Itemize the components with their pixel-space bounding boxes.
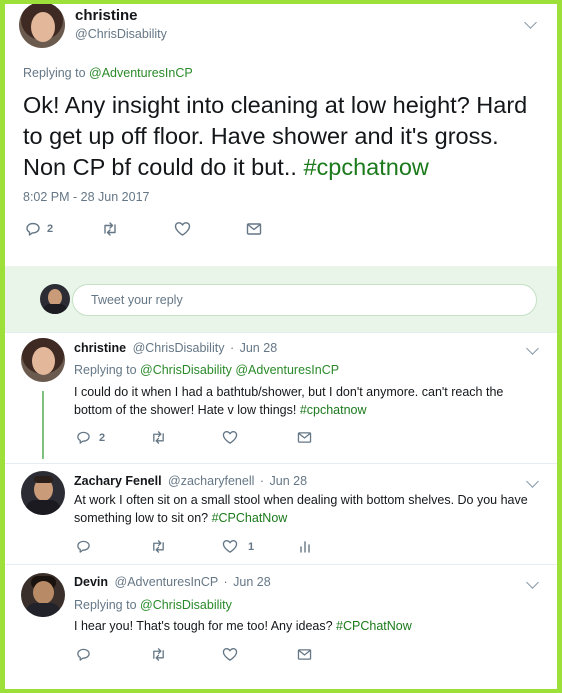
tweet-timestamp[interactable]: 8:02 PM - 28 Jun 2017: [23, 190, 149, 204]
reply-button[interactable]: 2: [25, 221, 53, 237]
author-name[interactable]: christine: [75, 7, 138, 24]
reply-body: At work I often sit on a small stool whe…: [74, 493, 528, 525]
author-name[interactable]: christine: [74, 341, 126, 355]
replying-to-link[interactable]: @AdventuresInCP: [89, 66, 193, 80]
chevron-down-icon[interactable]: [526, 475, 539, 488]
tweet-body: Ok! Any insight into cleaning at low hei…: [23, 92, 528, 180]
like-button[interactable]: [222, 430, 238, 445]
dm-button[interactable]: [297, 648, 312, 661]
reply-text: I hear you! That's tough for me too! Any…: [74, 617, 534, 635]
reply-count: 2: [99, 431, 106, 444]
dm-button[interactable]: [297, 431, 312, 444]
replying-prefix: Replying to: [74, 598, 141, 612]
hashtag-link[interactable]: #CPChatNow: [336, 619, 412, 633]
divider: [5, 332, 557, 333]
retweet-button[interactable]: [150, 539, 167, 554]
author-name[interactable]: Devin: [74, 575, 108, 589]
dm-button[interactable]: [246, 222, 262, 236]
avatar[interactable]: [21, 573, 65, 617]
heart-icon: [174, 222, 191, 236]
replying-to-link[interactable]: @ChrisDisability: [140, 598, 232, 612]
heart-icon: [222, 540, 238, 553]
reply-header: Zachary Fenell @zacharyfenell · Jun 28: [74, 474, 307, 488]
like-button[interactable]: 1: [222, 539, 254, 554]
author-handle[interactable]: @zacharyfenell: [168, 474, 254, 488]
tweet-thread-card: christine @ChrisDisability Replying to @…: [5, 4, 557, 689]
separator-dot: ·: [259, 474, 265, 488]
retweet-icon: [104, 222, 116, 236]
avatar[interactable]: [19, 4, 65, 48]
analytics-icon: [300, 541, 310, 553]
heart-icon: [222, 431, 238, 444]
retweet-icon: [153, 648, 164, 661]
reply-date[interactable]: Jun 28: [270, 474, 308, 488]
envelope-icon: [246, 223, 262, 235]
hashtag-link[interactable]: #cpchatnow: [300, 403, 367, 417]
replying-prefix: Replying to: [23, 66, 90, 80]
replying-to-link[interactable]: @ChrisDisability @AdventuresInCP: [140, 363, 339, 377]
author-handle[interactable]: @ChrisDisability: [75, 27, 167, 41]
replying-to: Replying to @ChrisDisability: [74, 598, 232, 612]
divider: [5, 564, 557, 565]
retweet-icon: [153, 540, 164, 553]
reply-text: I could do it when I had a bathtub/showe…: [74, 383, 534, 419]
reply-date[interactable]: Jun 28: [240, 341, 278, 355]
reply-icon: [26, 222, 40, 236]
like-count: 1: [248, 540, 255, 553]
divider: [5, 463, 557, 464]
author-name[interactable]: Zachary Fenell: [74, 474, 162, 488]
reply-button[interactable]: 2: [76, 430, 105, 445]
retweet-button[interactable]: [101, 221, 119, 237]
avatar[interactable]: [21, 471, 65, 515]
avatar[interactable]: [21, 338, 65, 382]
reply-body: I hear you! That's tough for me too! Any…: [74, 619, 337, 633]
like-button[interactable]: [174, 221, 191, 237]
retweet-button[interactable]: [150, 430, 167, 445]
author-handle[interactable]: @ChrisDisability: [133, 341, 225, 355]
envelope-icon: [297, 432, 312, 443]
reply-header: Devin @AdventuresInCP · Jun 28: [74, 575, 271, 589]
heart-icon: [222, 648, 238, 661]
retweet-icon: [153, 431, 164, 444]
reply-input-placeholder: Tweet your reply: [91, 293, 183, 307]
reply-body: I could do it when I had a bathtub/showe…: [74, 385, 504, 417]
hashtag-link[interactable]: #cpchatnow: [303, 154, 428, 180]
chevron-down-icon[interactable]: [526, 576, 539, 589]
separator-dot: ·: [223, 575, 228, 589]
retweet-button[interactable]: [150, 647, 167, 662]
separator-dot: ·: [229, 341, 235, 355]
reply-count: 2: [47, 223, 54, 235]
replying-to: Replying to @ChrisDisability @Adventures…: [74, 363, 339, 377]
replying-to: Replying to @AdventuresInCP: [23, 66, 193, 80]
reply-button[interactable]: [76, 647, 91, 662]
chevron-down-icon[interactable]: [526, 342, 539, 355]
thread-connector: [42, 391, 44, 459]
reply-input[interactable]: Tweet your reply: [72, 284, 537, 316]
envelope-icon: [297, 649, 312, 660]
reply-button[interactable]: [76, 539, 91, 554]
reply-icon: [77, 540, 90, 553]
reply-text: At work I often sit on a small stool whe…: [74, 491, 529, 527]
reply-icon: [77, 648, 90, 661]
author-handle[interactable]: @AdventuresInCP: [115, 575, 219, 589]
replying-prefix: Replying to: [74, 363, 141, 377]
chevron-down-icon[interactable]: [524, 16, 537, 29]
reply-date[interactable]: Jun 28: [233, 575, 271, 589]
analytics-button[interactable]: [299, 540, 311, 553]
avatar: [40, 284, 70, 314]
reply-header: christine @ChrisDisability · Jun 28: [74, 341, 277, 355]
reply-icon: [77, 431, 90, 444]
like-button[interactable]: [222, 647, 238, 662]
tweet-text: Ok! Any insight into cleaning at low hei…: [23, 90, 548, 183]
hashtag-link[interactable]: #CPChatNow: [212, 511, 288, 525]
